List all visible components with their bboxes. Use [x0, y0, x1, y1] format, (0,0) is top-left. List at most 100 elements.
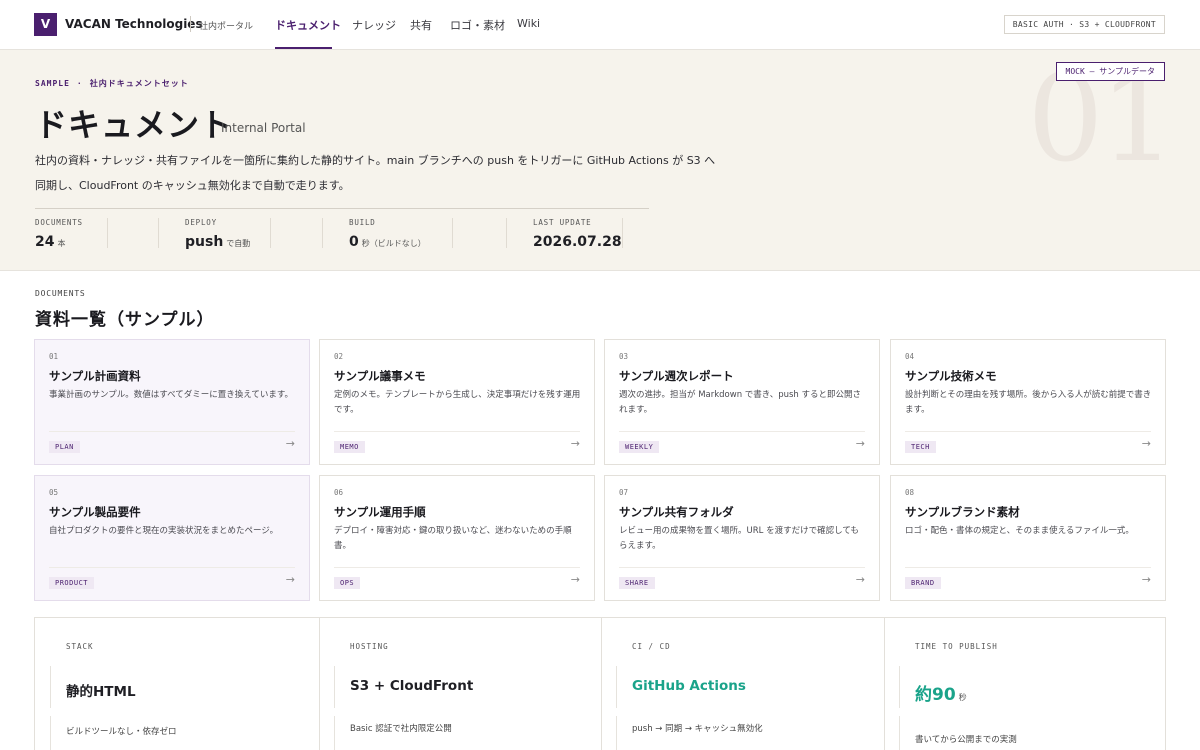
- card-number: 08: [905, 488, 915, 497]
- arrow-right-icon[interactable]: →: [1142, 437, 1151, 450]
- card-divider: [49, 567, 295, 568]
- panel-value: GitHub Actions: [632, 678, 749, 694]
- arrow-right-icon[interactable]: →: [1142, 573, 1151, 586]
- card-tag: MEMO: [334, 441, 365, 453]
- arrow-right-icon[interactable]: →: [286, 573, 295, 586]
- panel-label: TIME TO PUBLISH: [915, 642, 998, 651]
- panel-rule: [899, 666, 900, 708]
- arrow-right-icon[interactable]: →: [571, 437, 580, 450]
- card-description: 自社プロダクトの要件と現在の実装状況をまとめたページ。: [49, 526, 279, 536]
- card-tag: OPS: [334, 577, 361, 589]
- panel-value: S3 + CloudFront: [350, 678, 476, 694]
- brand-subtitle: 社内ポータル: [199, 22, 254, 32]
- stat-unit: 本: [57, 239, 66, 248]
- panel-stack: STACK 静的HTML ビルドツールなし・依存ゼロ: [35, 618, 319, 750]
- stat-deploy: DEPLOY push で自動: [185, 218, 250, 258]
- card-divider: [905, 431, 1151, 432]
- doc-card-brand[interactable]: 08 サンプルブランド素材 ロゴ・配色・書体の規定と、そのまま使えるファイル一式…: [890, 475, 1166, 601]
- panel-rule: [334, 716, 335, 750]
- panel-rule: [50, 666, 51, 708]
- brand-divider: [190, 16, 191, 32]
- panel-label: CI / CD: [632, 642, 671, 651]
- stat-value: 24: [35, 234, 55, 250]
- card-description: 事業計画のサンプル。数値はすべてダミーに置き換えています。: [49, 390, 294, 400]
- card-number: 04: [905, 352, 915, 361]
- card-divider: [905, 567, 1151, 568]
- page-title: ドキュメント: [35, 106, 234, 144]
- stat-divider: [270, 218, 271, 248]
- nav-item-share[interactable]: 共有: [410, 17, 432, 33]
- arrow-right-icon[interactable]: →: [571, 573, 580, 586]
- hero-eyebrow: SAMPLE · 社内ドキュメントセット: [35, 78, 189, 89]
- stat-label: BUILD: [349, 218, 376, 227]
- arrow-right-icon[interactable]: →: [856, 573, 865, 586]
- documents-eyebrow: DOCUMENTS: [35, 289, 86, 298]
- panel-rule: [616, 716, 617, 750]
- eyebrow-separator: ·: [76, 79, 83, 88]
- nav-item-knowledge[interactable]: ナレッジ: [352, 17, 396, 33]
- stat-label: DOCUMENTS: [35, 218, 83, 227]
- panel-value: 静的HTML: [66, 680, 139, 700]
- panel-value-text: GitHub Actions: [632, 678, 746, 694]
- panel-rule: [616, 666, 617, 708]
- card-title: サンプル製品要件: [49, 505, 141, 519]
- card-divider: [619, 567, 865, 568]
- stat-divider: [158, 218, 159, 248]
- stat-build: BUILD 0 秒（ビルドなし）: [349, 218, 426, 258]
- card-tag: TECH: [905, 441, 936, 453]
- arrow-right-icon[interactable]: →: [286, 437, 295, 450]
- card-tag: WEEKLY: [619, 441, 660, 453]
- stat-divider: [506, 218, 507, 248]
- nav-item-wiki[interactable]: Wiki: [517, 17, 540, 30]
- card-tag: PLAN: [49, 441, 80, 453]
- card-divider: [49, 431, 295, 432]
- brand-name[interactable]: VACAN Technologies: [65, 17, 203, 31]
- stat-value-wrap: 0 秒（ビルドなし）: [349, 234, 426, 250]
- card-description: 設計判断とその理由を残す場所。後から入る人が読む前提で書きます。: [905, 390, 1152, 415]
- card-description: デプロイ・障害対応・鍵の取り扱いなど、迷わないための手順書。: [334, 526, 572, 551]
- brand-logo[interactable]: V: [34, 13, 57, 36]
- card-divider: [619, 431, 865, 432]
- doc-card-tech[interactable]: 04 サンプル技術メモ 設計判断とその理由を残す場所。後から入る人が読む前提で書…: [890, 339, 1166, 465]
- panel-label: STACK: [66, 642, 94, 651]
- page-subtitle: Internal Portal: [221, 121, 306, 135]
- panel-unit: 秒: [958, 693, 967, 702]
- stat-documents: DOCUMENTS 24 本: [35, 218, 83, 258]
- stat-value: 2026.07.28: [533, 234, 622, 250]
- documents-title: 資料一覧（サンプル）: [35, 310, 215, 330]
- doc-card-ops[interactable]: 06 サンプル運用手順 デプロイ・障害対応・鍵の取り扱いなど、迷わないための手順…: [319, 475, 595, 601]
- stat-value-wrap: 24 本: [35, 234, 83, 250]
- top-navigation-bar: V VACAN Technologies 社内ポータル ドキュメント ナレッジ …: [0, 0, 1200, 50]
- doc-card-plan[interactable]: 01 サンプル計画資料 事業計画のサンプル。数値はすべてダミーに置き換えています…: [34, 339, 310, 465]
- active-nav-indicator: [275, 47, 332, 49]
- nav-item-documents[interactable]: ドキュメント: [275, 17, 341, 33]
- panel-time-to-publish: TIME TO PUBLISH 約90 秒 書いてから公開までの実測: [884, 618, 1167, 750]
- eyebrow-set: 社内ドキュメントセット: [89, 79, 189, 88]
- card-divider: [334, 431, 580, 432]
- card-description: レビュー用の成果物を置く場所。URL を渡すだけで確認してもらえます。: [619, 526, 859, 551]
- arrow-right-icon[interactable]: →: [856, 437, 865, 450]
- card-tag: PRODUCT: [49, 577, 95, 589]
- stats-divider: [35, 208, 649, 209]
- mock-badge: MOCK — サンプルデータ: [1055, 62, 1165, 81]
- stat-value-wrap: 2026.07.28: [533, 234, 625, 250]
- card-divider: [334, 567, 580, 568]
- card-title: サンプル運用手順: [334, 505, 426, 519]
- doc-card-weekly[interactable]: 03 サンプル週次レポート 週次の進捗。担当が Markdown で書き、pus…: [604, 339, 880, 465]
- stat-divider: [107, 218, 108, 248]
- nav-item-logo-assets[interactable]: ロゴ・素材: [450, 17, 505, 33]
- card-description: ロゴ・配色・書体の規定と、そのまま使えるファイル一式。: [905, 526, 1134, 536]
- panel-rule: [50, 716, 51, 750]
- card-number: 02: [334, 352, 344, 361]
- doc-card-share[interactable]: 07 サンプル共有フォルダ レビュー用の成果物を置く場所。URL を渡すだけで確…: [604, 475, 880, 601]
- panel-hosting: HOSTING S3 + CloudFront Basic 認証で社内限定公開: [319, 618, 601, 750]
- panel-value-text: 静的HTML: [66, 684, 136, 700]
- info-panels: STACK 静的HTML ビルドツールなし・依存ゼロ HOSTING S3 + …: [34, 617, 1166, 750]
- doc-card-product[interactable]: 05 サンプル製品要件 自社プロダクトの要件と現在の実装状況をまとめたページ。 …: [34, 475, 310, 601]
- card-number: 01: [49, 352, 59, 361]
- panel-rule: [334, 666, 335, 708]
- stat-value: push: [185, 234, 224, 250]
- hero-description: 社内の資料・ナレッジ・共有ファイルを一箇所に集約した静的サイト。main ブラン…: [35, 154, 716, 192]
- doc-card-memo[interactable]: 02 サンプル議事メモ 定例のメモ。テンプレートから生成し、決定事項だけを残す運…: [319, 339, 595, 465]
- stat-divider: [452, 218, 453, 248]
